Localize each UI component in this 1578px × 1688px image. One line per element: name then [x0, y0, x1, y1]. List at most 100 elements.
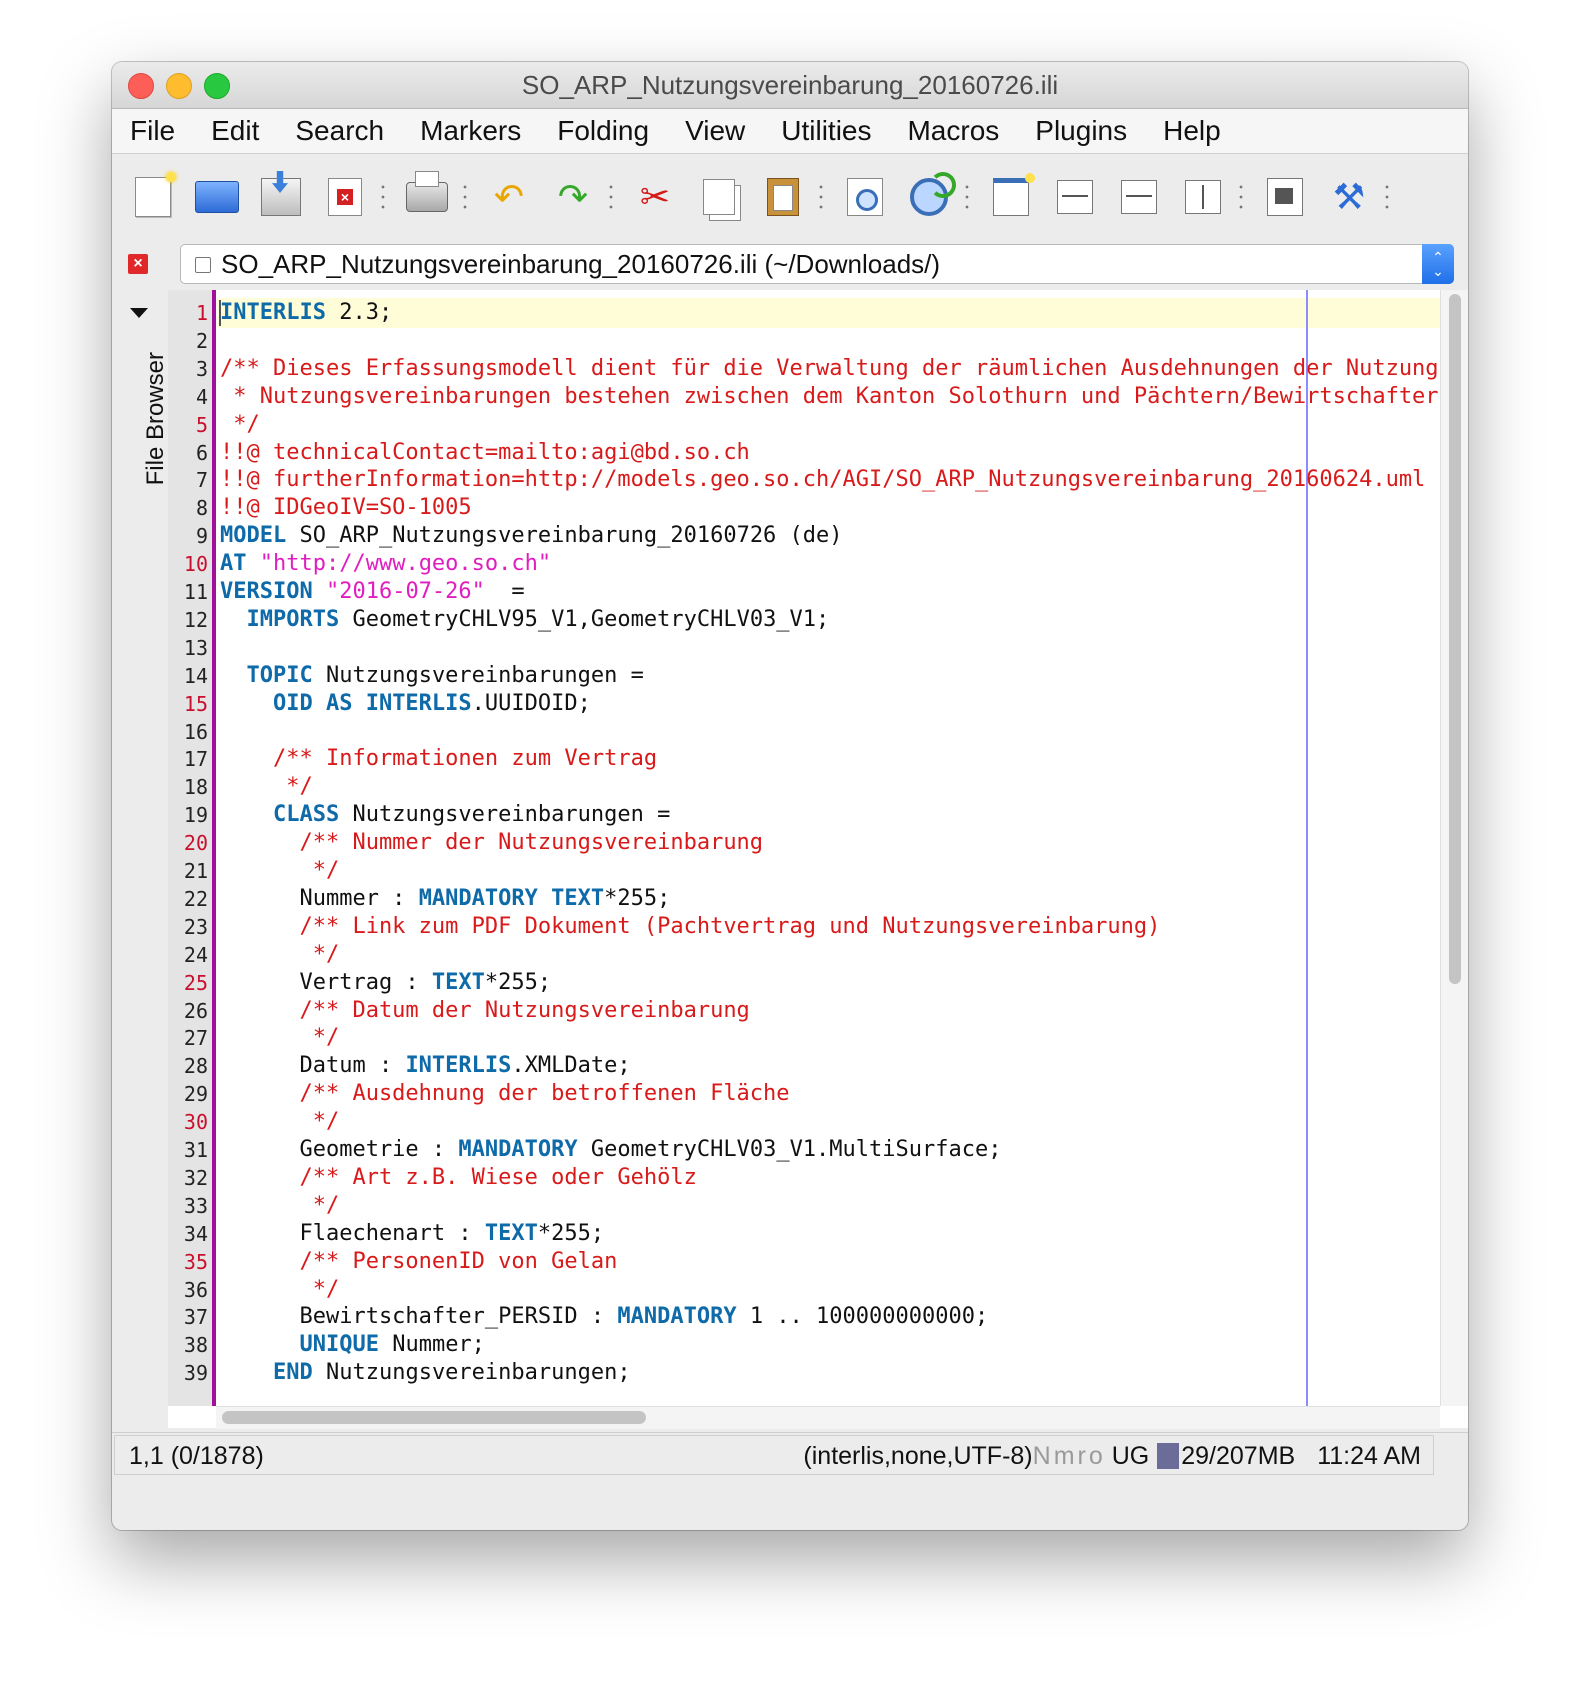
code-line: END Nutzungsvereinbarungen; — [220, 1358, 631, 1388]
line-number: 29 — [183, 1082, 208, 1107]
vertical-scroll-thumb[interactable] — [1449, 294, 1461, 984]
code-line: Geometrie : MANDATORY GeometryCHLV03_V1.… — [220, 1135, 1001, 1165]
comment-token: /** Art z.B. Wiese oder Gehölz — [220, 1164, 697, 1190]
menu-markers[interactable]: Markers — [402, 109, 539, 153]
menu-plugins[interactable]: Plugins — [1017, 109, 1145, 153]
menu-utilities[interactable]: Utilities — [763, 109, 889, 153]
status-right: (interlis,none,UTF-8) Nmro UG 29/207MB 1… — [803, 1436, 1421, 1476]
undo-button[interactable]: ↶ — [486, 174, 532, 220]
keyword-token: IMPORTS — [246, 606, 340, 632]
split-horizontal-button[interactable] — [1116, 174, 1162, 220]
split-vertical-button[interactable] — [1180, 174, 1226, 220]
code-token: Datum : — [220, 1053, 406, 1079]
paste-button[interactable] — [760, 174, 806, 220]
code-line: Nummer : MANDATORY TEXT*255; — [220, 884, 670, 914]
code-token: Nutzungsvereinbarungen = — [339, 802, 671, 828]
line-number: 2 — [195, 328, 208, 353]
line-number: 19 — [183, 803, 208, 828]
code-line: !!@ technicalContact=mailto:agi@bd.so.ch — [220, 438, 750, 468]
line-number-gutter[interactable]: 1 2 3 4 5 6 7 8 9 10 11 12 13 14 15 16 17 18 19 20 21 22 23 24 2… — [168, 290, 216, 1406]
code-line: /** PersonenID von Gelan — [220, 1247, 617, 1277]
unsplit-button[interactable] — [1052, 174, 1098, 220]
code-token: *255; — [484, 969, 552, 995]
line-number: 4 — [195, 384, 208, 409]
buffer-switcher[interactable]: SO_ARP_Nutzungsvereinbarung_20160726.ili… — [180, 244, 1454, 284]
print-button[interactable] — [404, 171, 450, 220]
horizontal-scrollbar[interactable] — [216, 1406, 1440, 1429]
chevron-updown-icon[interactable]: ⌃ ⌄ — [1422, 244, 1454, 284]
menu-file[interactable]: File — [112, 109, 193, 153]
code-token: Nummer : — [220, 885, 419, 911]
copy-icon — [703, 179, 735, 215]
buffer-dirty-checkbox — [195, 257, 211, 273]
text-area[interactable]: INTERLIS 2.3; /** Dieses Erfassungsmodell… — [218, 290, 1440, 1406]
plugin-manager-button[interactable]: ⚒ — [1326, 174, 1372, 220]
code-line: */ — [220, 1107, 340, 1137]
new-view-icon — [993, 173, 1035, 216]
line-number: 24 — [183, 942, 208, 967]
copy-button[interactable] — [696, 174, 742, 220]
line-number: 7 — [195, 468, 208, 493]
menu-search[interactable]: Search — [277, 109, 402, 153]
menu-edit[interactable]: Edit — [193, 109, 277, 153]
buffer-mode-info[interactable]: (interlis,none,UTF-8) — [803, 1436, 1032, 1476]
code-line: UNIQUE Nummer; — [220, 1330, 484, 1360]
save-file-button[interactable] — [258, 174, 304, 220]
status-bar-panel: 1,1 (0/1878) (interlis,none,UTF-8) Nmro … — [114, 1435, 1434, 1475]
dock-collapse-arrow-icon[interactable] — [130, 308, 148, 318]
line-number: 3 — [195, 356, 208, 381]
open-file-button[interactable] — [194, 174, 240, 220]
status-flags[interactable]: Nmro — [1033, 1436, 1106, 1476]
find-replace-button[interactable] — [906, 172, 956, 220]
vertical-scrollbar[interactable] — [1440, 290, 1468, 1406]
menu-folding[interactable]: Folding — [539, 109, 667, 153]
cut-button[interactable]: ✂ — [632, 174, 678, 220]
redo-button[interactable]: ↷ — [550, 174, 596, 220]
caret-position[interactable]: 1,1 (0/1878) — [129, 1436, 264, 1476]
line-number: 31 — [183, 1138, 208, 1162]
code-line: /** Link zum PDF Dokument (Pachtvertrag … — [220, 912, 1160, 942]
keyword-token: CLASS — [272, 802, 340, 828]
horizontal-scroll-thumb[interactable] — [222, 1411, 646, 1424]
global-options-button[interactable] — [1262, 174, 1308, 220]
menu-help[interactable]: Help — [1145, 109, 1239, 153]
line-number: 35 — [183, 1249, 208, 1274]
line-number: 8 — [195, 496, 208, 521]
comment-token: */ — [220, 774, 313, 800]
toolbar-separator — [964, 182, 970, 212]
new-file-button[interactable] — [130, 172, 176, 220]
text-editor[interactable]: 1 2 3 4 5 6 7 8 9 10 11 12 13 14 15 16 17 18 19 20 21 22 23 24 2… — [168, 290, 1468, 1429]
code-token: *255; — [537, 1220, 605, 1246]
keyword-token: TOPIC — [246, 662, 313, 688]
new-view-button[interactable] — [988, 173, 1035, 220]
new-file-icon — [135, 172, 176, 217]
code-line: IMPORTS GeometryCHLV95_V1,GeometryCHLV03… — [220, 605, 830, 635]
line-number: 38 — [183, 1333, 208, 1358]
menu-macros[interactable]: Macros — [889, 109, 1017, 153]
split-vertical-icon — [1185, 180, 1221, 214]
line-number: 30 — [183, 1110, 208, 1135]
memory-usage[interactable]: 29/207MB — [1181, 1436, 1295, 1476]
line-number: 1 — [195, 301, 208, 325]
menu-view[interactable]: View — [667, 109, 763, 153]
close-file-button[interactable]: × — [322, 174, 368, 220]
file-browser-tab[interactable]: File Browser — [142, 352, 170, 485]
keyword-token: INTERLIS — [405, 1053, 512, 1079]
code-line: INTERLIS 2.3; — [220, 298, 392, 328]
comment-token: /** PersonenID von Gelan — [220, 1248, 618, 1274]
code-token: Bewirtschafter_PERSID : — [220, 1304, 618, 1330]
code-line: !!@ IDGeoIV=SO-1005 — [220, 493, 472, 523]
code-token: *255; — [604, 885, 671, 911]
close-buffer-icon[interactable]: × — [128, 254, 148, 274]
code-line: MODEL SO_ARP_Nutzungsvereinbarung_201607… — [220, 521, 843, 551]
keyword-token: END — [272, 1360, 313, 1386]
find-button[interactable] — [842, 174, 888, 220]
line-number: 9 — [195, 524, 208, 549]
keyword-token: AT — [220, 551, 247, 577]
save-file-icon — [261, 178, 301, 216]
comment-token: /** Link zum PDF Dokument (Pachtvertrag … — [220, 913, 1161, 939]
